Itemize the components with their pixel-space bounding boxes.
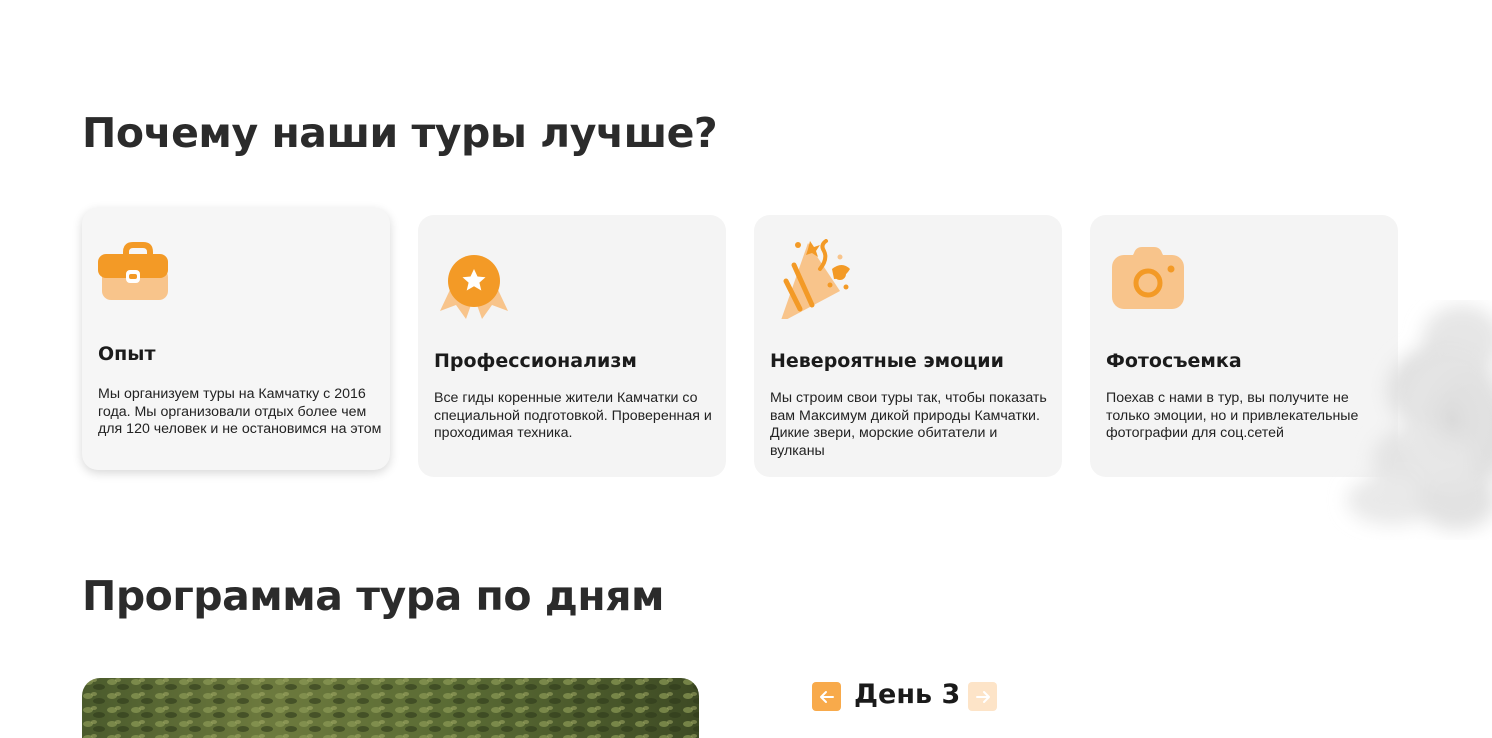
party-popper-icon bbox=[781, 239, 850, 319]
cloud-decoration bbox=[1347, 305, 1492, 530]
card-title: Фотосъемка bbox=[1106, 350, 1242, 372]
camera-icon bbox=[1112, 247, 1184, 309]
feature-card-professionalism: Профессионализм Все гиды коренные жители… bbox=[418, 215, 726, 477]
next-day-button[interactable] bbox=[968, 682, 997, 711]
feature-card-experience: Опыт Мы организуем туры на Камчатку с 20… bbox=[82, 208, 390, 470]
arrow-right-icon bbox=[975, 690, 990, 703]
section-title-why: Почему наши туры лучше? bbox=[82, 109, 718, 157]
section-title-program: Программа тура по дням bbox=[82, 572, 665, 620]
card-text: Мы строим свои туры так, чтобы показать … bbox=[770, 390, 1047, 459]
day-label: День 3 bbox=[854, 679, 961, 710]
arrow-left-icon bbox=[819, 690, 834, 703]
card-title: Невероятные эмоции bbox=[770, 350, 1004, 372]
card-text: Все гиды коренные жители Камчатки со спе… bbox=[434, 390, 712, 442]
tour-photo bbox=[82, 678, 699, 738]
medal-icon bbox=[440, 255, 508, 319]
card-title: Профессионализм bbox=[434, 350, 637, 372]
prev-day-button[interactable] bbox=[812, 682, 841, 711]
feature-card-emotions: Невероятные эмоции Мы строим свои туры т… bbox=[754, 215, 1062, 477]
card-title: Опыт bbox=[98, 343, 156, 365]
forest-photo bbox=[82, 678, 699, 738]
briefcase-icon bbox=[98, 242, 168, 300]
card-text: Мы организуем туры на Камчатку с 2016 го… bbox=[98, 386, 382, 438]
